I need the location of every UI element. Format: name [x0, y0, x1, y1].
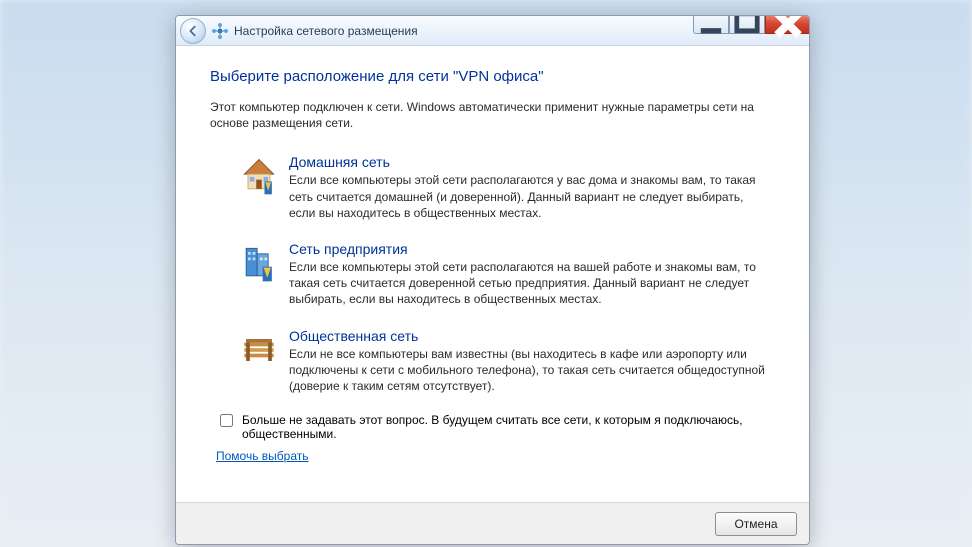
dont-ask-label: Больше не задавать этот вопрос. В будуще… — [242, 413, 769, 441]
option-work-title: Сеть предприятия — [289, 241, 766, 257]
page-heading: Выберите расположение для сети "VPN офис… — [210, 68, 775, 85]
home-network-icon — [235, 154, 283, 221]
option-public-title: Общественная сеть — [289, 328, 766, 344]
option-home-title: Домашняя сеть — [289, 154, 766, 170]
option-home-desc: Если все компьютеры этой сети располагаю… — [289, 172, 766, 221]
help-link[interactable]: Помочь выбрать — [216, 449, 309, 463]
back-button[interactable] — [180, 18, 206, 44]
intro-text: Этот компьютер подключен к сети. Windows… — [210, 99, 775, 131]
option-public-desc: Если не все компьютеры вам известны (вы … — [289, 346, 766, 395]
close-button[interactable] — [765, 15, 810, 34]
option-work-network[interactable]: Сеть предприятия Если все компьютеры это… — [230, 232, 771, 319]
cancel-button[interactable]: Отмена — [715, 512, 797, 536]
window-controls — [693, 15, 810, 34]
public-network-icon — [235, 328, 283, 395]
dialog-content: Выберите расположение для сети "VPN офис… — [176, 46, 809, 473]
maximize-button[interactable] — [729, 15, 765, 34]
dont-ask-row: Больше не задавать этот вопрос. В будуще… — [216, 413, 769, 441]
work-network-icon — [235, 241, 283, 308]
dialog-footer: Отмена — [176, 502, 809, 544]
network-icon — [212, 23, 228, 39]
option-home-network[interactable]: Домашняя сеть Если все компьютеры этой с… — [230, 145, 771, 232]
option-public-network[interactable]: Общественная сеть Если не все компьютеры… — [230, 319, 771, 406]
minimize-button[interactable] — [693, 15, 729, 34]
dont-ask-checkbox[interactable] — [220, 414, 233, 427]
option-work-desc: Если все компьютеры этой сети располагаю… — [289, 259, 766, 308]
network-location-dialog: Настройка сетевого размещения Выберите р… — [175, 15, 810, 545]
